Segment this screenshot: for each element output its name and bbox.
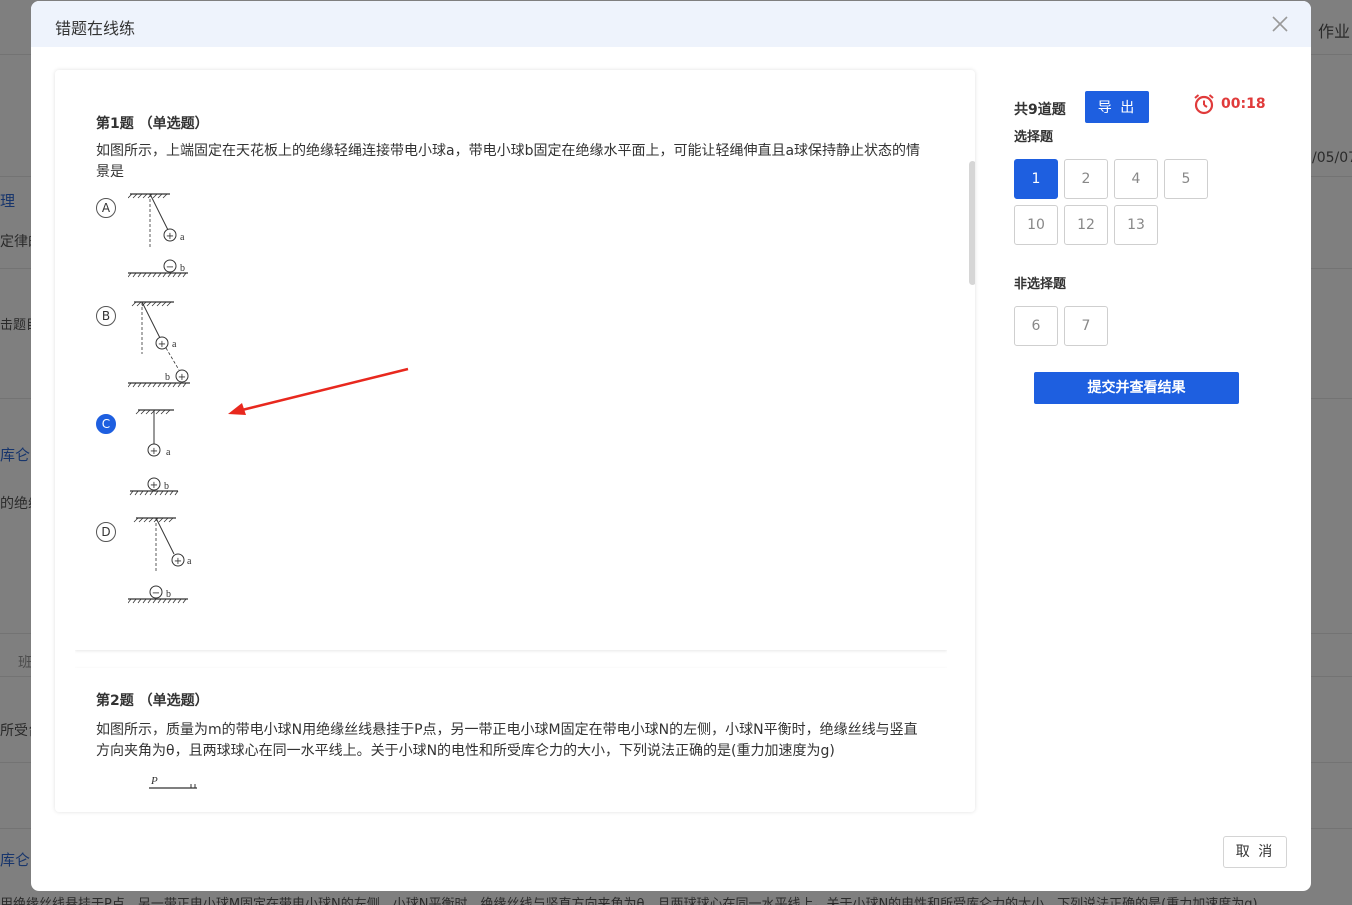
question-scrollbar[interactable]	[969, 161, 975, 285]
submit-button[interactable]: 提交并查看结果	[1034, 372, 1239, 404]
ball-a-label: a	[180, 232, 185, 243]
ball-b-charge: +	[150, 480, 158, 491]
ball-a-label: a	[172, 339, 177, 350]
question-card: 第2题 （单选题） 如图所示，质量为m的带电小球N用绝缘丝线悬挂于P点，另一带正…	[75, 668, 947, 792]
modal-title: 错题在线练	[55, 19, 136, 38]
non-choice-section-label: 非选择题	[1014, 277, 1067, 292]
ball-b-label: b	[165, 372, 170, 383]
question-number-button[interactable]: 5	[1164, 159, 1208, 199]
ball-a-charge: +	[174, 556, 182, 567]
question-number-button[interactable]: 10	[1014, 205, 1058, 245]
question-scroll-area[interactable]: 第1题 （单选题） 如图所示，上端固定在天花板上的绝缘轻绳连接带电小球a，带电小…	[75, 90, 947, 792]
annotation-arrow	[228, 367, 409, 415]
ball-b-label: b	[164, 481, 169, 492]
ball-b-charge: −	[166, 262, 174, 273]
option-a-figure: + a − b	[128, 193, 188, 278]
figure-label-p: P	[150, 775, 158, 787]
practice-modal: 错题在线练 第1题 （单选题） 如图所示，上端固定在天花板上的绝缘轻绳连接带电小…	[31, 1, 1311, 891]
cancel-button[interactable]: 取 消	[1223, 836, 1287, 868]
question-title: 第1题 （单选题）	[96, 116, 209, 132]
question-panel[interactable]: 第1题 （单选题） 如图所示，上端固定在天花板上的绝缘轻绳连接带电小球a，带电小…	[55, 70, 975, 812]
ball-a-charge: +	[158, 339, 166, 350]
ball-a-charge: +	[166, 231, 174, 242]
question-text: 如图所示，质量为m的带电小球N用绝缘丝线悬挂于P点，另一带正电小球M固定在带电小…	[96, 722, 918, 759]
question-number-button[interactable]: 2	[1064, 159, 1108, 199]
ball-b-charge: −	[152, 588, 160, 599]
option-letter[interactable]: D	[96, 522, 116, 542]
question-count: 共9道题	[1014, 102, 1066, 118]
option-letter[interactable]: B	[96, 306, 116, 326]
ball-a-charge: +	[150, 446, 158, 457]
question-card: 第1题 （单选题） 如图所示，上端固定在天花板上的绝缘轻绳连接带电小球a，带电小…	[75, 90, 947, 650]
option-c-figure: + a + b	[129, 409, 179, 496]
timer-value: 00:18	[1221, 96, 1266, 112]
ball-b-label: b	[166, 589, 171, 600]
option-b-figure: + a + b	[128, 301, 190, 388]
ball-b-label: b	[180, 263, 185, 274]
export-button[interactable]: 导 出	[1085, 91, 1149, 123]
question-number-button[interactable]: 1	[1014, 159, 1058, 199]
ball-a-label: a	[187, 556, 192, 567]
timer: 00:18	[1193, 93, 1266, 115]
question-number-button[interactable]: 7	[1064, 306, 1108, 346]
modal-header: 错题在线练	[31, 1, 1311, 47]
question-number-button[interactable]: 13	[1114, 205, 1158, 245]
option-letter-selected[interactable]: C	[96, 414, 116, 434]
choice-section-label: 选择题	[1014, 130, 1054, 145]
alarm-clock-icon	[1194, 94, 1214, 115]
option-d-figure: + a − b	[128, 517, 192, 604]
question-number-button[interactable]: 4	[1114, 159, 1158, 199]
question-title: 第2题 （单选题）	[96, 693, 209, 709]
ball-a-label: a	[166, 447, 171, 458]
question-2-figure: P	[149, 775, 197, 789]
question-number-button[interactable]: 12	[1064, 205, 1108, 245]
question-text: 如图所示，上端固定在天花板上的绝缘轻绳连接带电小球a，带电小球b固定在绝缘水平面…	[96, 143, 921, 180]
option-letter[interactable]: A	[96, 198, 116, 218]
question-number-button[interactable]: 6	[1014, 306, 1058, 346]
ball-b-charge: +	[178, 372, 186, 383]
close-icon[interactable]	[1269, 13, 1291, 35]
